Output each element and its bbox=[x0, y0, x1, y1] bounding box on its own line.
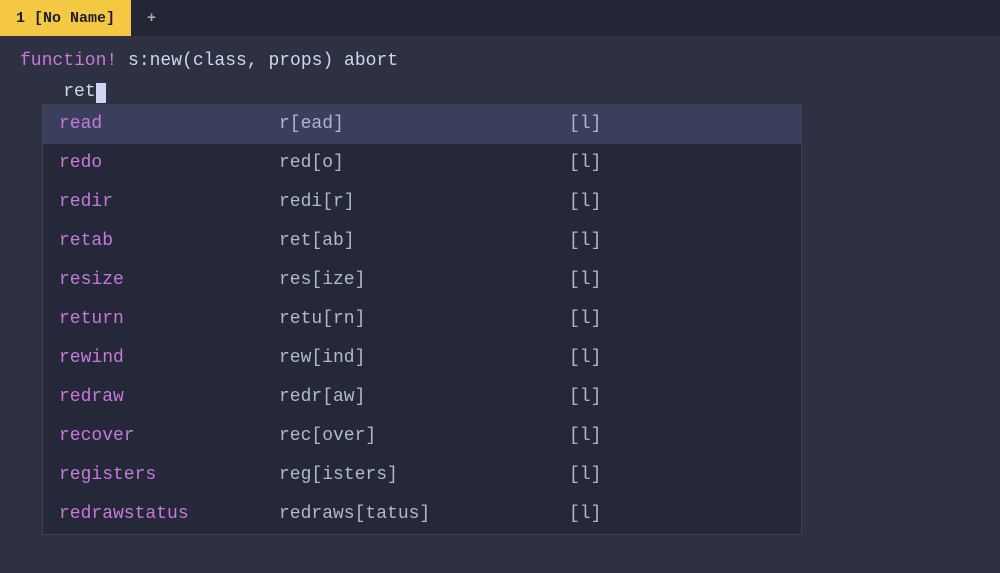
autocomplete-col1: registers bbox=[59, 462, 279, 489]
autocomplete-col2: res[ize] bbox=[279, 267, 569, 294]
autocomplete-col3: [l] bbox=[569, 150, 629, 177]
tab-bar: 1 [No Name] + bbox=[0, 0, 1000, 36]
code-rest-1: s:new(class, props) abort bbox=[117, 48, 398, 75]
text-cursor bbox=[96, 83, 106, 103]
autocomplete-col1: redraw bbox=[59, 384, 279, 411]
autocomplete-col1: rewind bbox=[59, 345, 279, 372]
autocomplete-col1: redrawstatus bbox=[59, 501, 279, 528]
tab-new-label: + bbox=[147, 10, 156, 27]
autocomplete-row[interactable]: redirredi[r][l] bbox=[43, 183, 801, 222]
autocomplete-col3: [l] bbox=[569, 345, 629, 372]
autocomplete-col1: retab bbox=[59, 228, 279, 255]
autocomplete-col3: [l] bbox=[569, 228, 629, 255]
autocomplete-col3: [l] bbox=[569, 306, 629, 333]
autocomplete-col1: read bbox=[59, 111, 279, 138]
autocomplete-col3: [l] bbox=[569, 267, 629, 294]
autocomplete-row[interactable]: redrawstatusredraws[tatus][l] bbox=[43, 495, 801, 534]
autocomplete-col2: red[o] bbox=[279, 150, 569, 177]
autocomplete-col2: redraws[tatus] bbox=[279, 501, 569, 528]
autocomplete-col2: redi[r] bbox=[279, 189, 569, 216]
code-ret-text: ret bbox=[63, 79, 95, 106]
autocomplete-col2: rew[ind] bbox=[279, 345, 569, 372]
autocomplete-col2: ret[ab] bbox=[279, 228, 569, 255]
tab-no-name[interactable]: 1 [No Name] bbox=[0, 0, 131, 36]
autocomplete-row[interactable]: returnretu[rn][l] bbox=[43, 300, 801, 339]
code-indent bbox=[20, 79, 63, 106]
autocomplete-row[interactable]: registersreg[isters][l] bbox=[43, 456, 801, 495]
autocomplete-col3: [l] bbox=[569, 189, 629, 216]
autocomplete-row[interactable]: resizeres[ize][l] bbox=[43, 261, 801, 300]
autocomplete-col3: [l] bbox=[569, 111, 629, 138]
code-editor: function! s:new(class, props) abort ret … bbox=[0, 36, 1000, 108]
autocomplete-col2: rec[over] bbox=[279, 423, 569, 450]
autocomplete-row[interactable]: redored[o][l] bbox=[43, 144, 801, 183]
autocomplete-row[interactable]: recoverrec[over][l] bbox=[43, 417, 801, 456]
autocomplete-col1: return bbox=[59, 306, 279, 333]
autocomplete-col2: retu[rn] bbox=[279, 306, 569, 333]
tab-new[interactable]: + bbox=[131, 0, 172, 36]
autocomplete-col1: recover bbox=[59, 423, 279, 450]
autocomplete-col3: [l] bbox=[569, 501, 629, 528]
autocomplete-col3: [l] bbox=[569, 462, 629, 489]
autocomplete-col1: redir bbox=[59, 189, 279, 216]
autocomplete-col2: reg[isters] bbox=[279, 462, 569, 489]
tab-no-name-label: 1 [No Name] bbox=[16, 10, 115, 27]
autocomplete-col1: redo bbox=[59, 150, 279, 177]
code-line-1: function! s:new(class, props) abort bbox=[0, 46, 1000, 77]
autocomplete-row[interactable]: readr[ead][l] bbox=[43, 105, 801, 144]
autocomplete-row[interactable]: redrawredr[aw][l] bbox=[43, 378, 801, 417]
autocomplete-dropdown: readr[ead][l]redored[o][l]redirredi[r][l… bbox=[42, 104, 802, 535]
autocomplete-row[interactable]: retabret[ab][l] bbox=[43, 222, 801, 261]
autocomplete-col2: r[ead] bbox=[279, 111, 569, 138]
autocomplete-col2: redr[aw] bbox=[279, 384, 569, 411]
keyword-function: function! bbox=[20, 48, 117, 75]
autocomplete-row[interactable]: rewindrew[ind][l] bbox=[43, 339, 801, 378]
autocomplete-col3: [l] bbox=[569, 384, 629, 411]
autocomplete-col1: resize bbox=[59, 267, 279, 294]
autocomplete-col3: [l] bbox=[569, 423, 629, 450]
